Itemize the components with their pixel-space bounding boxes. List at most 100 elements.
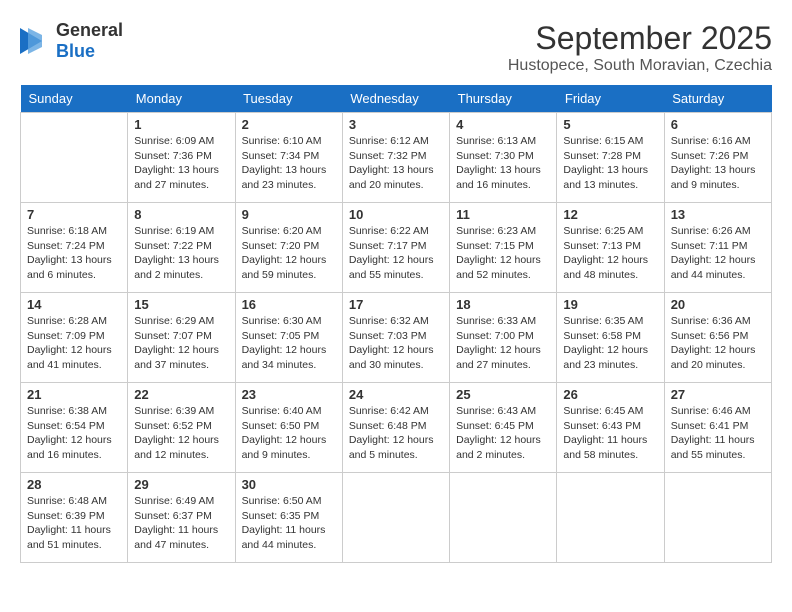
weekday-header-monday: Monday (128, 85, 235, 113)
day-number: 22 (134, 387, 228, 402)
day-cell-23: 23 Sunrise: 6:40 AMSunset: 6:50 PMDayligh… (235, 383, 342, 473)
day-info: Sunrise: 6:46 AMSunset: 6:41 PMDaylight:… (671, 404, 765, 463)
day-number: 17 (349, 297, 443, 312)
day-info: Sunrise: 6:38 AMSunset: 6:54 PMDaylight:… (27, 404, 121, 463)
day-cell-21: 21 Sunrise: 6:38 AMSunset: 6:54 PMDayligh… (21, 383, 128, 473)
day-info: Sunrise: 6:48 AMSunset: 6:39 PMDaylight:… (27, 494, 121, 553)
day-cell-29: 29 Sunrise: 6:49 AMSunset: 6:37 PMDayligh… (128, 473, 235, 563)
day-cell-16: 16 Sunrise: 6:30 AMSunset: 7:05 PMDayligh… (235, 293, 342, 383)
page-header: General Blue September 2025 Hustopece, S… (20, 20, 772, 75)
day-cell-20: 20 Sunrise: 6:36 AMSunset: 6:56 PMDayligh… (664, 293, 771, 383)
day-number: 23 (242, 387, 336, 402)
day-cell-24: 24 Sunrise: 6:42 AMSunset: 6:48 PMDayligh… (342, 383, 449, 473)
logo-wrapper: General Blue (20, 20, 123, 62)
day-info: Sunrise: 6:30 AMSunset: 7:05 PMDaylight:… (242, 314, 336, 373)
day-number: 13 (671, 207, 765, 222)
day-number: 2 (242, 117, 336, 132)
day-number: 18 (456, 297, 550, 312)
weekday-header-wednesday: Wednesday (342, 85, 449, 113)
day-info: Sunrise: 6:28 AMSunset: 7:09 PMDaylight:… (27, 314, 121, 373)
day-info: Sunrise: 6:32 AMSunset: 7:03 PMDaylight:… (349, 314, 443, 373)
calendar-header-row: SundayMondayTuesdayWednesdayThursdayFrid… (21, 85, 772, 113)
day-cell-22: 22 Sunrise: 6:39 AMSunset: 6:52 PMDayligh… (128, 383, 235, 473)
day-info: Sunrise: 6:45 AMSunset: 6:43 PMDaylight:… (563, 404, 657, 463)
week-row-5: 28Sunrise: 6:48 AMSunset: 6:39 PMDayligh… (21, 473, 772, 563)
day-number: 27 (671, 387, 765, 402)
day-cell-28: 28Sunrise: 6:48 AMSunset: 6:39 PMDayligh… (21, 473, 128, 563)
day-info: Sunrise: 6:09 AMSunset: 7:36 PMDaylight:… (134, 134, 228, 193)
day-cell-27: 27 Sunrise: 6:46 AMSunset: 6:41 PMDayligh… (664, 383, 771, 473)
day-cell-10: 10 Sunrise: 6:22 AMSunset: 7:17 PMDayligh… (342, 203, 449, 293)
day-cell-26: 26 Sunrise: 6:45 AMSunset: 6:43 PMDayligh… (557, 383, 664, 473)
day-cell-19: 19 Sunrise: 6:35 AMSunset: 6:58 PMDayligh… (557, 293, 664, 383)
day-info: Sunrise: 6:18 AMSunset: 7:24 PMDaylight:… (27, 224, 121, 283)
day-info: Sunrise: 6:23 AMSunset: 7:15 PMDaylight:… (456, 224, 550, 283)
day-info: Sunrise: 6:19 AMSunset: 7:22 PMDaylight:… (134, 224, 228, 283)
day-info: Sunrise: 6:20 AMSunset: 7:20 PMDaylight:… (242, 224, 336, 283)
day-number: 4 (456, 117, 550, 132)
logo-blue: Blue (56, 41, 123, 62)
day-number: 16 (242, 297, 336, 312)
day-info: Sunrise: 6:39 AMSunset: 6:52 PMDaylight:… (134, 404, 228, 463)
weekday-header-thursday: Thursday (450, 85, 557, 113)
weekday-header-sunday: Sunday (21, 85, 128, 113)
day-cell-11: 11 Sunrise: 6:23 AMSunset: 7:15 PMDayligh… (450, 203, 557, 293)
empty-cell (21, 113, 128, 203)
title-block: September 2025 Hustopece, South Moravian… (508, 20, 772, 75)
logo-general: General (56, 20, 123, 41)
day-info: Sunrise: 6:12 AMSunset: 7:32 PMDaylight:… (349, 134, 443, 193)
empty-cell (342, 473, 449, 563)
day-info: Sunrise: 6:35 AMSunset: 6:58 PMDaylight:… (563, 314, 657, 373)
day-info: Sunrise: 6:33 AMSunset: 7:00 PMDaylight:… (456, 314, 550, 373)
day-cell-25: 25Sunrise: 6:43 AMSunset: 6:45 PMDayligh… (450, 383, 557, 473)
logo: General Blue (20, 20, 123, 62)
day-info: Sunrise: 6:50 AMSunset: 6:35 PMDaylight:… (242, 494, 336, 553)
day-cell-2: 2Sunrise: 6:10 AMSunset: 7:34 PMDaylight… (235, 113, 342, 203)
day-info: Sunrise: 6:26 AMSunset: 7:11 PMDaylight:… (671, 224, 765, 283)
day-number: 11 (456, 207, 550, 222)
day-info: Sunrise: 6:22 AMSunset: 7:17 PMDaylight:… (349, 224, 443, 283)
day-cell-14: 14 Sunrise: 6:28 AMSunset: 7:09 PMDayligh… (21, 293, 128, 383)
day-cell-6: 6 Sunrise: 6:16 AMSunset: 7:26 PMDaylight… (664, 113, 771, 203)
day-cell-1: 1 Sunrise: 6:09 AMSunset: 7:36 PMDaylight… (128, 113, 235, 203)
day-number: 20 (671, 297, 765, 312)
day-number: 3 (349, 117, 443, 132)
day-number: 10 (349, 207, 443, 222)
day-cell-30: 30 Sunrise: 6:50 AMSunset: 6:35 PMDayligh… (235, 473, 342, 563)
day-number: 6 (671, 117, 765, 132)
day-cell-12: 12Sunrise: 6:25 AMSunset: 7:13 PMDayligh… (557, 203, 664, 293)
day-info: Sunrise: 6:29 AMSunset: 7:07 PMDaylight:… (134, 314, 228, 373)
day-info: Sunrise: 6:42 AMSunset: 6:48 PMDaylight:… (349, 404, 443, 463)
day-info: Sunrise: 6:13 AMSunset: 7:30 PMDaylight:… (456, 134, 550, 193)
day-number: 14 (27, 297, 121, 312)
day-cell-5: 5Sunrise: 6:15 AMSunset: 7:28 PMDaylight… (557, 113, 664, 203)
day-number: 26 (563, 387, 657, 402)
day-cell-8: 8 Sunrise: 6:19 AMSunset: 7:22 PMDaylight… (128, 203, 235, 293)
day-info: Sunrise: 6:49 AMSunset: 6:37 PMDaylight:… (134, 494, 228, 553)
week-row-1: 1 Sunrise: 6:09 AMSunset: 7:36 PMDaylight… (21, 113, 772, 203)
empty-cell (664, 473, 771, 563)
day-number: 19 (563, 297, 657, 312)
day-number: 30 (242, 477, 336, 492)
day-number: 1 (134, 117, 228, 132)
day-cell-9: 9Sunrise: 6:20 AMSunset: 7:20 PMDaylight… (235, 203, 342, 293)
month-title: September 2025 (508, 20, 772, 57)
week-row-4: 21 Sunrise: 6:38 AMSunset: 6:54 PMDayligh… (21, 383, 772, 473)
empty-cell (450, 473, 557, 563)
calendar-table: SundayMondayTuesdayWednesdayThursdayFrid… (20, 85, 772, 563)
day-number: 21 (27, 387, 121, 402)
day-cell-18: 18 Sunrise: 6:33 AMSunset: 7:00 PMDayligh… (450, 293, 557, 383)
day-info: Sunrise: 6:40 AMSunset: 6:50 PMDaylight:… (242, 404, 336, 463)
day-number: 7 (27, 207, 121, 222)
day-number: 24 (349, 387, 443, 402)
day-number: 29 (134, 477, 228, 492)
day-cell-7: 7 Sunrise: 6:18 AMSunset: 7:24 PMDaylight… (21, 203, 128, 293)
day-info: Sunrise: 6:16 AMSunset: 7:26 PMDaylight:… (671, 134, 765, 193)
day-info: Sunrise: 6:36 AMSunset: 6:56 PMDaylight:… (671, 314, 765, 373)
day-info: Sunrise: 6:43 AMSunset: 6:45 PMDaylight:… (456, 404, 550, 463)
day-cell-4: 4 Sunrise: 6:13 AMSunset: 7:30 PMDaylight… (450, 113, 557, 203)
day-number: 8 (134, 207, 228, 222)
day-number: 5 (563, 117, 657, 132)
day-cell-3: 3 Sunrise: 6:12 AMSunset: 7:32 PMDaylight… (342, 113, 449, 203)
day-number: 12 (563, 207, 657, 222)
